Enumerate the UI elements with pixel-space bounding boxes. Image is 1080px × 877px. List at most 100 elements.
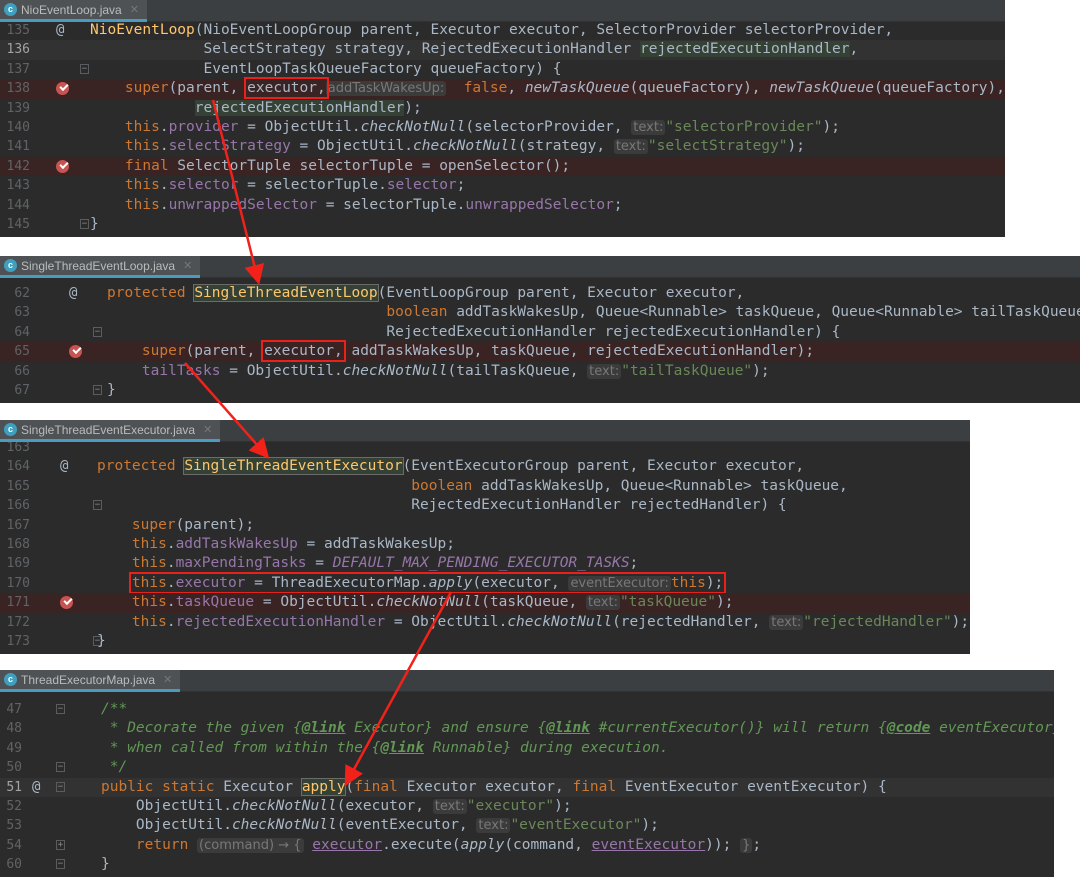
line-number[interactable]: 60 <box>0 855 22 874</box>
line-number[interactable]: 168 <box>0 535 30 554</box>
line-number[interactable]: 172 <box>0 613 30 632</box>
code-text[interactable]: boolean addTaskWakesUp, Queue<Runnable> … <box>97 477 848 496</box>
code-text[interactable]: protected SingleThreadEventExecutor(Even… <box>97 457 804 476</box>
code-text[interactable]: * when called from within the {@link Run… <box>101 739 669 758</box>
line-number[interactable]: 47 <box>0 700 22 719</box>
code-text[interactable]: } <box>97 632 106 651</box>
line-number[interactable]: 137 <box>0 60 30 79</box>
line-number[interactable]: 135 <box>0 21 30 40</box>
code-text[interactable]: RejectedExecutionHandler rejectedHandler… <box>97 496 786 515</box>
code-text[interactable]: */ <box>101 758 127 777</box>
line-number[interactable]: 63 <box>0 303 30 322</box>
code-text[interactable]: public static Executor apply(final Execu… <box>101 777 887 797</box>
code-text[interactable]: this.executor = ThreadExecutorMap.apply(… <box>97 571 727 594</box>
line-number[interactable]: 67 <box>0 381 30 400</box>
code-text[interactable]: this.addTaskWakesUp = addTaskWakesUp; <box>97 535 455 554</box>
code-text[interactable]: super(parent); <box>97 516 254 535</box>
line-number[interactable]: 140 <box>0 118 30 137</box>
breakpoint-icon[interactable] <box>60 596 73 610</box>
parameter-hint: (command) → { <box>197 837 304 853</box>
code-text[interactable]: final SelectorTuple selectorTuple = open… <box>90 157 570 176</box>
collapse-fold-icon[interactable]: − <box>80 63 89 74</box>
code-text[interactable]: protected SingleThreadEventLoop(EventLoo… <box>107 284 744 303</box>
code-text[interactable]: } <box>90 215 99 234</box>
line-number[interactable]: 49 <box>0 739 22 758</box>
override-at-icon[interactable]: @ <box>32 778 40 797</box>
code-text[interactable]: rejectedExecutionHandler); <box>90 99 422 118</box>
line-number[interactable]: 164 <box>0 457 30 476</box>
code-text[interactable]: this.unwrappedSelector = selectorTuple.u… <box>90 196 623 215</box>
line-number[interactable]: 62 <box>0 284 30 303</box>
breakpoint-icon[interactable] <box>56 82 69 96</box>
line-number[interactable]: 64 <box>0 323 30 342</box>
code-text[interactable]: super(parent, executor, addTaskWakesUp: f… <box>90 77 1005 100</box>
code-text[interactable]: /** <box>101 700 127 719</box>
line-number[interactable]: 166 <box>0 496 30 515</box>
editor-tab[interactable]: c ThreadExecutorMap.java ✕ <box>0 670 181 692</box>
expand-fold-icon[interactable]: + <box>56 839 65 850</box>
line-number[interactable]: 136 <box>0 40 30 59</box>
line-number[interactable]: 50 <box>0 758 22 777</box>
line-number[interactable]: 144 <box>0 196 30 215</box>
close-tab-icon[interactable]: ✕ <box>203 423 212 436</box>
code-text[interactable]: ObjectUtil.checkNotNull(eventExecutor, t… <box>101 816 659 835</box>
code-text[interactable]: this.selectStrategy = ObjectUtil.checkNo… <box>90 137 805 156</box>
code-text[interactable]: RejectedExecutionHandler rejectedExecuti… <box>107 323 840 342</box>
line-number[interactable]: 143 <box>0 176 30 195</box>
code-text[interactable]: this.provider = ObjectUtil.checkNotNull(… <box>90 118 840 137</box>
line-number[interactable]: 171 <box>0 593 30 612</box>
code-line: 63 boolean addTaskWakesUp, Queue<Runnabl… <box>0 303 1080 322</box>
code-text[interactable]: EventLoopTaskQueueFactory queueFactory) … <box>90 60 562 79</box>
line-number[interactable]: 48 <box>0 719 22 738</box>
collapse-fold-icon[interactable]: − <box>93 326 102 337</box>
line-number[interactable]: 51 <box>0 778 22 797</box>
line-number[interactable]: 54 <box>0 836 22 855</box>
collapse-fold-icon[interactable]: − <box>56 781 65 792</box>
line-number[interactable]: 138 <box>0 79 30 98</box>
close-tab-icon[interactable]: ✕ <box>163 673 172 686</box>
line-number[interactable]: 170 <box>0 574 30 593</box>
code-lines: 163 164 @ protected SingleThreadEventExecut… <box>0 438 970 651</box>
line-number[interactable]: 142 <box>0 157 30 176</box>
code-text[interactable]: * Decorate the given {@link Executor} an… <box>101 719 1054 738</box>
line-number[interactable]: 139 <box>0 99 30 118</box>
code-text[interactable]: this.selector = selectorTuple.selector; <box>90 176 465 195</box>
collapse-fold-icon[interactable]: − <box>56 704 65 714</box>
editor-tab[interactable]: c SingleThreadEventLoop.java ✕ <box>0 256 201 278</box>
collapse-fold-icon[interactable]: − <box>56 859 65 870</box>
code-text[interactable]: this.taskQueue = ObjectUtil.checkNotNull… <box>97 593 733 612</box>
line-number[interactable]: 66 <box>0 362 30 381</box>
code-text[interactable]: ObjectUtil.checkNotNull(executor, text: "… <box>101 797 572 816</box>
code-text[interactable]: this.rejectedExecutionHandler = ObjectUt… <box>97 613 969 632</box>
line-number[interactable]: 167 <box>0 516 30 535</box>
line-number[interactable]: 65 <box>0 342 30 361</box>
code-text[interactable]: boolean addTaskWakesUp, Queue<Runnable> … <box>107 303 1080 322</box>
collapse-fold-icon[interactable]: − <box>80 218 89 229</box>
editor-tab[interactable]: c NioEventLoop.java ✕ <box>0 0 147 22</box>
close-tab-icon[interactable]: ✕ <box>183 259 192 272</box>
close-tab-icon[interactable]: ✕ <box>130 3 139 16</box>
line-number[interactable]: 145 <box>0 215 30 234</box>
collapse-fold-icon[interactable]: − <box>56 762 65 773</box>
code-text[interactable]: tailTasks = ObjectUtil.checkNotNull(tail… <box>107 362 770 381</box>
line-number[interactable]: 53 <box>0 816 22 835</box>
breakpoint-icon[interactable] <box>56 159 69 173</box>
line-number[interactable]: 169 <box>0 554 30 573</box>
editor-tab[interactable]: c SingleThreadEventExecutor.java ✕ <box>0 420 221 442</box>
code-text[interactable]: this.maxPendingTasks = DEFAULT_MAX_PENDI… <box>97 554 638 573</box>
code-text[interactable]: } <box>101 855 110 874</box>
collapse-fold-icon[interactable]: − <box>93 384 102 395</box>
breakpoint-icon[interactable] <box>69 345 82 359</box>
line-number[interactable]: 52 <box>0 797 22 816</box>
override-at-icon[interactable]: @ <box>56 21 64 40</box>
line-number[interactable]: 173 <box>0 632 30 651</box>
override-at-icon[interactable]: @ <box>69 284 77 303</box>
override-at-icon[interactable]: @ <box>60 457 68 476</box>
line-number[interactable]: 165 <box>0 477 30 496</box>
line-number[interactable]: 141 <box>0 137 30 156</box>
code-text[interactable]: SelectStrategy strategy, RejectedExecuti… <box>90 40 858 59</box>
code-text[interactable]: return (command) → { executor.execute(ap… <box>101 836 761 855</box>
code-text[interactable]: super(parent, executor, addTaskWakesUp, … <box>107 340 814 363</box>
code-text[interactable]: NioEventLoop(NioEventLoopGroup parent, E… <box>90 21 893 40</box>
code-text[interactable]: } <box>107 381 116 400</box>
